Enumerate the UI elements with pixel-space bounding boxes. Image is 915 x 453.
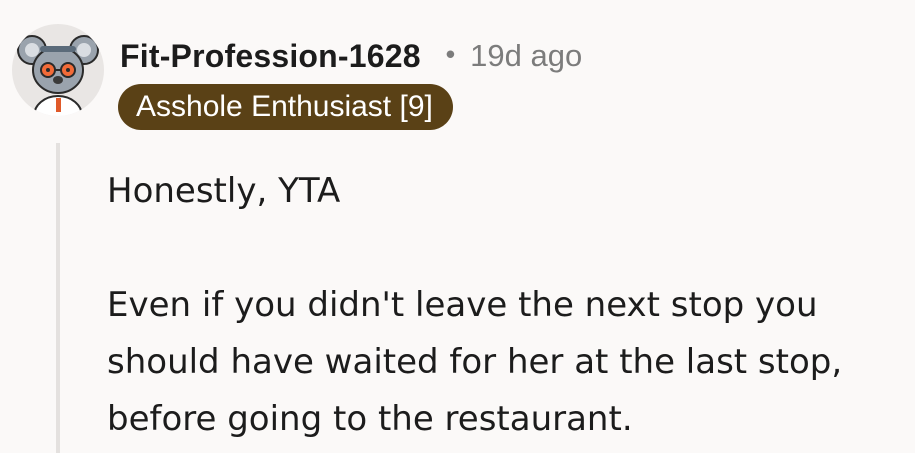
timestamp[interactable]: 19d ago (470, 38, 582, 74)
comment-header: Fit-Profession-1628 • 19d ago (120, 36, 582, 76)
user-avatar[interactable] (12, 24, 104, 116)
user-flair-badge: Asshole Enthusiast [9] (118, 84, 453, 130)
username-link[interactable]: Fit-Profession-1628 (120, 38, 421, 75)
comment: Fit-Profession-1628 • 19d ago Asshole En… (0, 0, 915, 453)
koala-snoo-avatar-icon (12, 24, 104, 116)
thread-collapse-line[interactable] (56, 143, 60, 453)
meta-separator: • (442, 41, 459, 71)
comment-paragraph: Honestly, YTA (107, 171, 341, 211)
comment-body: Honestly, YTA Even if you didn't leave t… (107, 163, 907, 448)
comment-paragraph: Even if you didn't leave the next stop y… (107, 285, 843, 439)
